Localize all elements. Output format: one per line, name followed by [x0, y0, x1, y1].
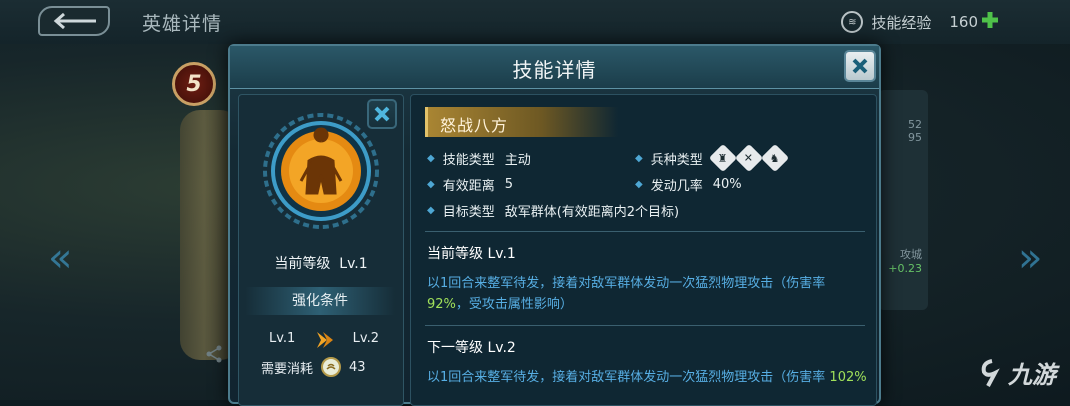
screen-title: 英雄详情: [142, 13, 223, 35]
cost-value: 43: [349, 359, 366, 375]
top-bar: 英雄详情 ≋ 技能经验 160: [0, 0, 1070, 45]
trigger-rate-label: 发动几率: [650, 178, 703, 194]
nine-game-logo-icon: [981, 358, 1000, 387]
add-exp-plus-icon[interactable]: [980, 10, 1000, 30]
current-desc-text: 以1回合来整军待发，接着对敌军群体发动一次猛烈物理攻击（伤害率: [427, 276, 826, 291]
next-hero-arrow-icon[interactable]: »: [1018, 235, 1042, 281]
dialog-header: 技能详情: [230, 46, 879, 89]
back-arrow-icon: [53, 12, 96, 30]
dialog-title: 技能详情: [512, 58, 597, 82]
range-label: 有效距离: [442, 178, 495, 194]
next-desc-text: 以1回合来整军待发，接着对敌军群体发动一次猛烈物理攻击（伤害率: [427, 370, 826, 385]
current-level-description: 以1回合来整军待发，接着对敌军群体发动一次猛烈物理攻击（伤害率 92%，受攻击属…: [427, 273, 867, 315]
bullet-icon: ◆: [635, 178, 643, 190]
level-upgrade-row: Lv.1 Lv.2: [263, 331, 379, 351]
skill-name: 怒战八方: [440, 116, 509, 135]
divider: [425, 231, 865, 232]
skill-exp-icon: ≋: [841, 11, 864, 33]
upgrade-to-level: Lv.2: [352, 331, 379, 346]
share-icon[interactable]: [205, 345, 223, 363]
watermark-text: 九游: [1008, 361, 1056, 389]
skill-type-value: 主动: [504, 152, 531, 168]
archer-icon: ✕: [734, 143, 763, 173]
cost-label: 需要消耗: [261, 361, 314, 377]
watermark-logo: 九游: [978, 355, 1056, 390]
target-type-value: 敌军群体(有效距离内2个目标): [504, 204, 680, 220]
trigger-rate-row: ◆ 发动几率 40%: [635, 175, 742, 194]
chevron-right-icon: [317, 332, 333, 348]
skill-type-label: 技能类型: [442, 152, 495, 168]
skill-summary-panel: 当前等级 Lv.1 强化条件 Lv.1 Lv.2 需要消耗 43: [238, 94, 404, 406]
current-damage-rate: 92%: [427, 297, 456, 312]
bullet-icon: ◆: [427, 178, 435, 190]
prev-hero-arrow-icon[interactable]: «: [48, 235, 72, 281]
current-level-summary: 当前等级 Lv.1: [239, 253, 403, 273]
hero-level-badge: 5: [172, 62, 216, 106]
upgrade-from-level: Lv.1: [269, 331, 296, 346]
next-level-description: 以1回合来整军待发，接着对敌军群体发动一次猛烈物理攻击（伤害率 102%: [427, 367, 867, 388]
next-damage-rate: 102%: [829, 370, 867, 385]
cavalry-icon: ♞: [760, 143, 789, 173]
back-button[interactable]: [38, 6, 110, 36]
upgrade-cost-row: 需要消耗 43: [261, 357, 366, 377]
skill-name-banner: 怒战八方: [425, 107, 618, 137]
troop-type-row: ◆ 兵种类型 ♜ ✕ ♞: [635, 143, 789, 173]
next-level-heading: 下一等级 Lv.2: [427, 340, 516, 356]
bullet-icon: ◆: [427, 152, 435, 164]
skill-exp-display: ≋ 技能经验 160: [841, 10, 978, 34]
target-type-label: 目标类型: [442, 204, 495, 220]
troop-type-label: 兵种类型: [650, 152, 703, 168]
skill-info-panel: 怒战八方 ◆ 技能类型 主动 ◆ 兵种类型 ♜ ✕ ♞ ◆ 有效距离 5 ◆ 发…: [410, 94, 877, 406]
troop-type-icons: ♜ ✕ ♞: [708, 143, 789, 173]
stat-value: 95: [908, 131, 922, 144]
bullet-icon: ◆: [635, 152, 643, 164]
range-value: 5: [504, 176, 513, 192]
divider: [425, 325, 865, 326]
hero-stats-panel: 52 95 攻城 +0.23: [878, 90, 928, 310]
skill-details-dialog: 技能详情 当前等级 Lv.1 强化条件 Lv.1 Lv.2 需要消耗 43 怒战…: [228, 44, 881, 406]
close-icon: [852, 58, 868, 74]
infantry-icon: ♜: [708, 143, 737, 173]
stat-siege-value: +0.23: [888, 262, 922, 275]
skill-exp-label: 技能经验: [871, 13, 932, 32]
skill-exp-coin-icon: [321, 357, 342, 377]
upgrade-condition-header: 强化条件: [245, 287, 395, 315]
current-level-label: 当前等级: [274, 256, 331, 272]
skill-type-row: ◆ 技能类型 主动: [427, 149, 531, 168]
target-type-row: ◆ 目标类型 敌军群体(有效距离内2个目标): [427, 201, 680, 220]
skill-icon: [263, 113, 379, 229]
current-desc-tail: ，受攻击属性影响）: [455, 297, 573, 312]
trigger-rate-value: 40%: [712, 176, 742, 192]
stat-value: 52: [908, 118, 922, 131]
current-level-value: Lv.1: [339, 256, 368, 272]
close-dialog-button[interactable]: [844, 50, 876, 82]
bullet-icon: ◆: [427, 204, 435, 216]
range-row: ◆ 有效距离 5: [427, 175, 513, 194]
stat-siege-label: 攻城: [900, 248, 922, 261]
skill-exp-value: 160: [949, 13, 978, 31]
current-level-heading: 当前等级 Lv.1: [427, 246, 516, 262]
